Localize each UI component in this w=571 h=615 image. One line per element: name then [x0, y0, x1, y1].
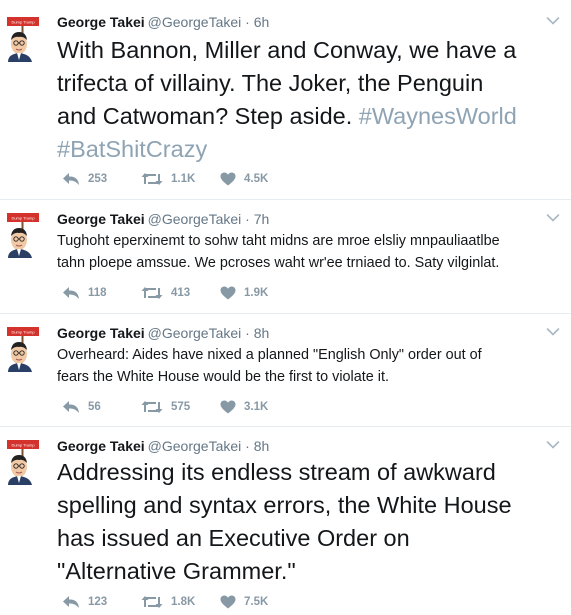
author-name[interactable]: George Takei [57, 438, 145, 454]
tweet-1[interactable]: Dump Trump George Takei @GeorgeTakei · 6h… [0, 0, 571, 200]
tweet-actions: 253 1.1K 4.5K [62, 172, 322, 188]
tweet-actions: 123 1.8K 7.5K [62, 595, 322, 611]
tweet-2[interactable]: Dump Trump George Takei @GeorgeTakei · 7h… [0, 200, 571, 314]
avatar-sign-text: Dump Trump [11, 443, 35, 448]
reply-count: 56 [88, 401, 101, 413]
avatar[interactable]: Dump Trump [6, 439, 40, 485]
like-count: 3.1K [244, 401, 269, 413]
like-button[interactable]: 7.5K [220, 595, 268, 609]
heart-icon [220, 172, 236, 186]
heart-icon [220, 286, 236, 300]
reply-count: 253 [88, 173, 108, 185]
reply-button[interactable]: 56 [62, 400, 101, 414]
chevron-down-icon[interactable] [546, 16, 560, 26]
reply-count: 118 [88, 287, 107, 299]
avatar-sign-text: Dump Trump [11, 20, 35, 25]
reply-icon [63, 596, 79, 608]
tweet-time[interactable]: · 7h [245, 211, 269, 227]
like-button[interactable]: 3.1K [220, 400, 268, 414]
like-count: 4.5K [244, 173, 269, 185]
reply-button[interactable]: 253 [62, 172, 107, 186]
reply-button[interactable]: 123 [62, 595, 107, 609]
tweet-actions: 118 413 1.9K [62, 286, 322, 302]
like-button[interactable]: 4.5K [220, 172, 268, 186]
author-line: George Takei @GeorgeTakei · 6h [57, 14, 269, 30]
reply-count: 123 [88, 596, 108, 608]
retweet-icon [141, 596, 163, 608]
retweet-button[interactable]: 575 [141, 400, 190, 414]
author-name[interactable]: George Takei [57, 325, 145, 341]
tweet-actions: 56 575 3.1K [62, 400, 322, 416]
heart-icon [220, 595, 236, 609]
avatar[interactable]: Dump Trump [6, 212, 40, 258]
tweet-4[interactable]: Dump Trump George Takei @GeorgeTakei · 8h… [0, 427, 571, 615]
retweet-button[interactable]: 1.1K [141, 172, 195, 186]
tweet-text: Addressing its endless stream of awkward… [57, 459, 512, 584]
tweet-text: Tughoht eperxinemt to sohw taht midns ar… [57, 233, 500, 271]
author-line: George Takei @GeorgeTakei · 8h [57, 325, 269, 341]
retweet-button[interactable]: 413 [141, 286, 190, 300]
like-button[interactable]: 1.9K [220, 286, 268, 300]
author-name[interactable]: George Takei [57, 14, 145, 30]
tweet-text: With Bannon, Miller and Conway, we have … [57, 34, 561, 166]
reply-icon [63, 173, 79, 185]
retweet-icon [141, 173, 163, 185]
retweet-button[interactable]: 1.8K [141, 595, 195, 609]
reply-icon [63, 401, 79, 413]
author-handle[interactable]: @GeorgeTakei [148, 14, 242, 30]
chevron-down-icon[interactable] [546, 327, 560, 337]
tweet-3[interactable]: Dump Trump George Takei @GeorgeTakei · 8h… [0, 314, 571, 427]
chevron-down-icon[interactable] [546, 213, 560, 223]
author-line: George Takei @GeorgeTakei · 7h [57, 211, 269, 227]
reply-icon [63, 287, 79, 299]
author-handle[interactable]: @GeorgeTakei [148, 325, 242, 341]
hashtag-link[interactable]: #BatShitCrazy [57, 136, 207, 162]
like-count: 7.5K [244, 596, 269, 608]
author-line: George Takei @GeorgeTakei · 8h [57, 438, 269, 454]
reply-button[interactable]: 118 [62, 286, 107, 300]
avatar[interactable]: Dump Trump [6, 326, 40, 372]
avatar-sign-text: Dump Trump [11, 216, 35, 221]
tweet-time[interactable]: · 8h [245, 438, 269, 454]
retweet-count: 1.1K [171, 173, 196, 185]
like-count: 1.9K [244, 287, 269, 299]
tweet-text: Overheard: Aides have nixed a planned "E… [57, 347, 482, 385]
avatar[interactable]: Dump Trump [6, 16, 40, 62]
heart-icon [220, 400, 236, 414]
retweet-count: 1.8K [171, 596, 196, 608]
hashtag-link[interactable]: #WaynesWorld [359, 103, 517, 129]
tweet-time[interactable]: · 6h [245, 14, 269, 30]
chevron-down-icon[interactable] [546, 440, 560, 450]
avatar-sign-text: Dump Trump [11, 330, 35, 335]
retweet-icon [141, 401, 163, 413]
author-name[interactable]: George Takei [57, 211, 145, 227]
retweet-count: 575 [171, 401, 191, 413]
retweet-count: 413 [171, 287, 191, 299]
retweet-icon [141, 287, 163, 299]
tweet-time[interactable]: · 8h [245, 325, 269, 341]
author-handle[interactable]: @GeorgeTakei [148, 211, 242, 227]
author-handle[interactable]: @GeorgeTakei [148, 438, 242, 454]
